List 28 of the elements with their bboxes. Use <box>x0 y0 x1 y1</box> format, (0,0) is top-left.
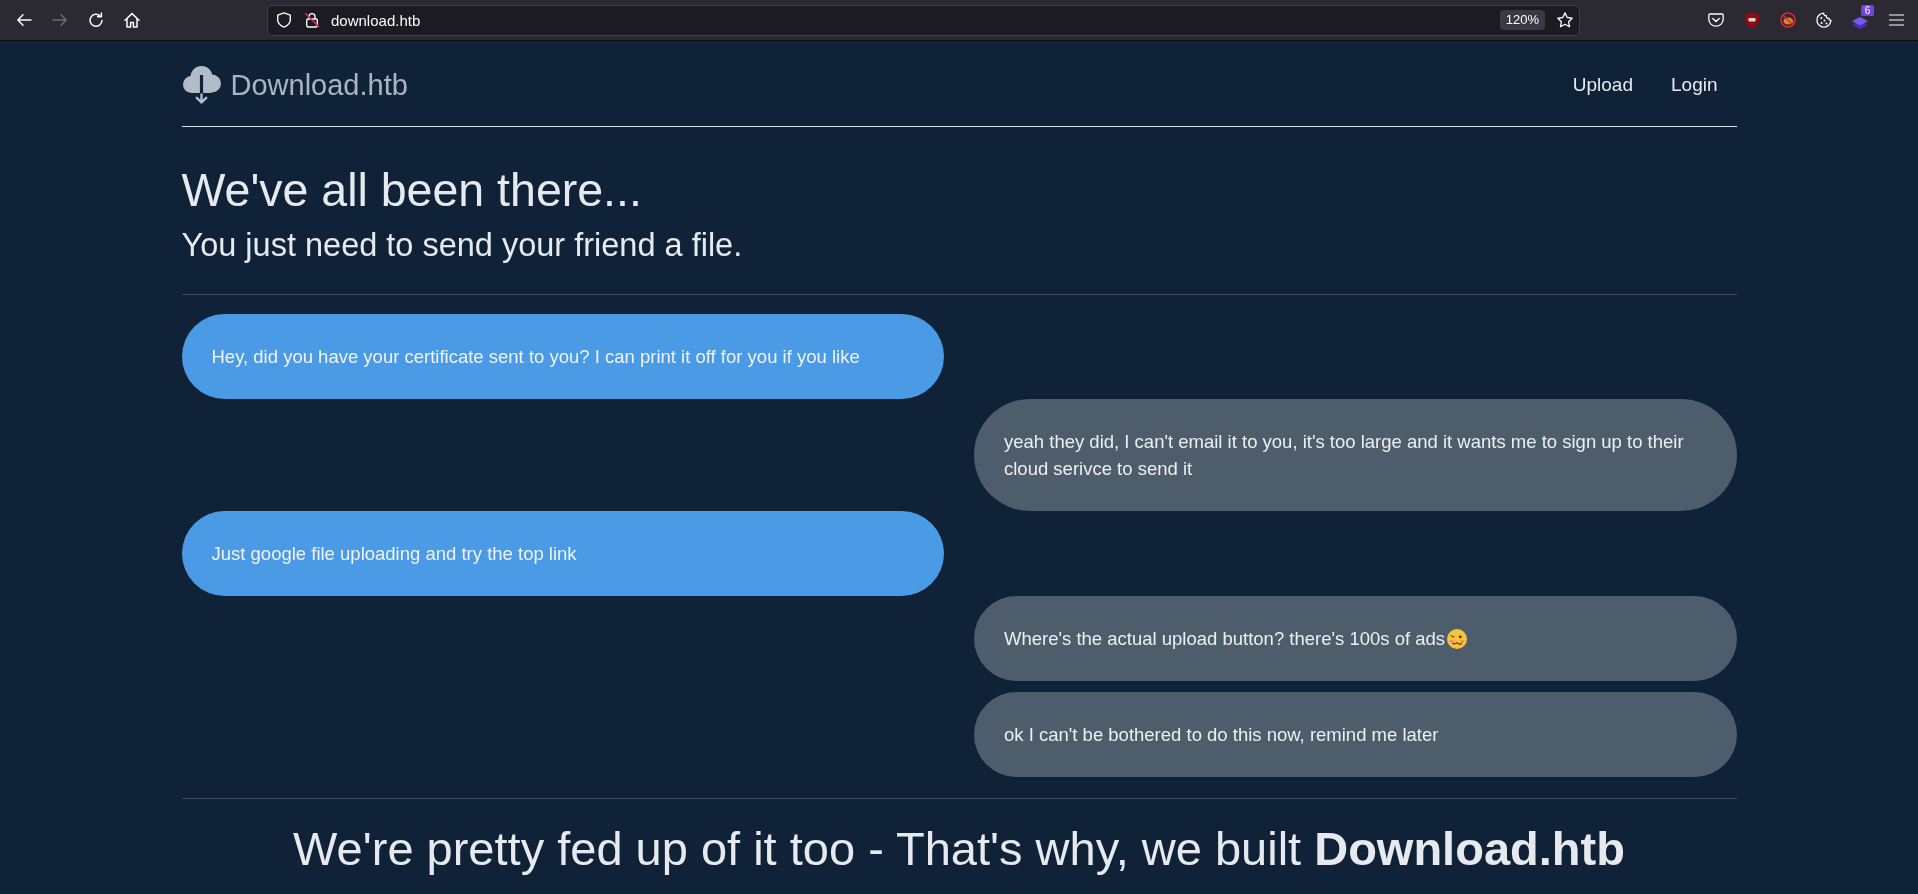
site-brand-link[interactable]: Download.htb <box>230 67 408 103</box>
home-icon[interactable] <box>124 12 140 28</box>
message-text: Just google file uploading and try the top link <box>211 542 577 564</box>
page-title: We've all been there... <box>181 163 643 218</box>
star-icon[interactable] <box>1557 12 1573 28</box>
zoom-level-button[interactable]: 120% <box>1499 9 1545 31</box>
page-subtitle: You just need to send your friend a file. <box>181 225 744 265</box>
url-text[interactable]: download.htb <box>331 12 421 28</box>
message-text: Hey, did you have your certificate sent to you? I can print it off for you if you like <box>211 345 860 367</box>
layers-icon[interactable] <box>1852 16 1868 31</box>
nav-link[interactable]: Upload <box>1553 72 1652 98</box>
pocket-icon[interactable] <box>1708 12 1724 28</box>
shield-icon[interactable] <box>276 12 292 28</box>
menu-icon[interactable] <box>1888 14 1904 26</box>
nav-link[interactable]: Login <box>1652 72 1737 98</box>
cloud-download-icon[interactable] <box>181 66 221 104</box>
extension-shield-icon[interactable] <box>1745 12 1759 28</box>
message-text: ok I can't be bothered to do this now, remind me later <box>1004 723 1439 745</box>
message-text: Where's the actual upload button? there's 100s of ads <box>1004 627 1446 649</box>
extension-badge: 6 <box>1861 5 1874 16</box>
tagline: We're pretty fed up of it too - That's why, we built Download.htb <box>292 820 1626 877</box>
address-bar[interactable]: download.htb 120% <box>267 4 1580 36</box>
reload-icon[interactable] <box>88 12 104 28</box>
cookie-icon[interactable] <box>1816 12 1832 28</box>
blocked-sign-icon[interactable] <box>1780 12 1796 28</box>
back-icon[interactable] <box>16 12 32 28</box>
message-text: yeah they did, I can't email it to you, it's too large and it wants me to sign up to their cloud serivce to send it <box>1004 430 1684 479</box>
broken-lock-icon[interactable] <box>304 12 320 28</box>
